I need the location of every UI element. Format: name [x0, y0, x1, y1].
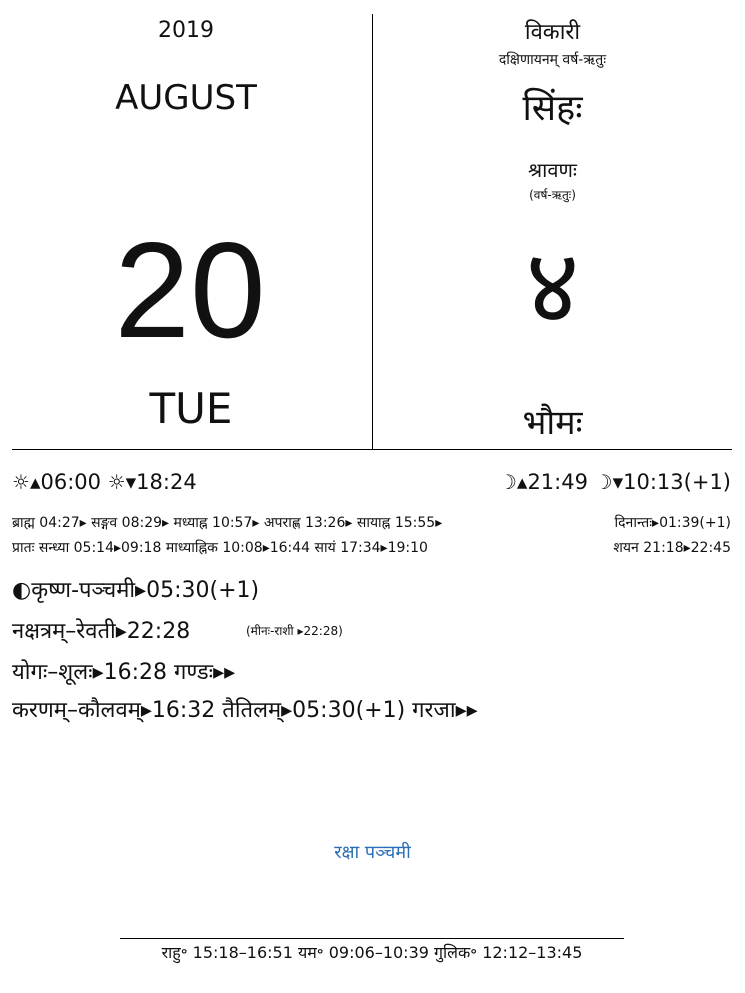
dinanta: दिनान्तः▸01:39(+1) — [614, 515, 731, 531]
moon-phase-icon: ◐ — [12, 578, 32, 603]
moonset: ▾10:13(+1) — [612, 470, 731, 494]
rashi: सिंहः — [522, 88, 583, 129]
sunset: ▾18:24 — [125, 470, 197, 494]
samvatsara: विकारी — [524, 20, 581, 45]
tithi: कृष्ण-पञ्चमी▸05:30(+1) — [31, 578, 260, 603]
sun-times: ☼▴06:00 ☼▾18:24 — [12, 470, 197, 494]
kala-line-1: ब्राह्म 04:27▸ सङ्गव 08:29▸ मध्याह्न 10:… — [12, 515, 443, 531]
nakshatra: नक्षत्रम्–रेवती▸22:28 — [12, 619, 191, 644]
month: AUGUST — [115, 78, 257, 118]
festival: रक्षा पञ्चमी — [334, 842, 411, 863]
sun-icon: ☼ — [12, 470, 30, 494]
vara: भौमः — [522, 403, 583, 443]
karana: करणम्–कौलवम्▸16:32 तैतिलम्▸05:30(+1) गरज… — [12, 698, 478, 723]
moon-icon: ☽ — [498, 470, 517, 494]
masa: श्रावणः — [528, 158, 577, 182]
sunrise: ▴06:00 — [29, 470, 101, 494]
shayana: शयन 21:18▸22:45 — [613, 540, 731, 556]
yoga: योगः–शूलः▸16:28 गण्डः▸▸ — [12, 660, 236, 685]
footer-kalas: राहु॰ 15:18–16:51 यम॰ 09:06–10:39 गुलिक॰… — [161, 943, 583, 962]
weekday: TUE — [149, 384, 233, 433]
moon-times: ☽▴21:49 ☽▾10:13(+1) — [499, 470, 731, 494]
moonrise: ▴21:49 — [516, 470, 588, 494]
masa-ritu: (वर्ष-ऋतुः) — [529, 188, 576, 202]
sun-icon: ☼ — [107, 470, 126, 494]
kala-line-2: प्रातः सन्ध्या 05:14▸09:18 माध्याह्निक 1… — [12, 540, 428, 556]
moon-icon: ☽ — [594, 470, 613, 494]
tithi-line: ◐कृष्ण-पञ्चमी▸05:30(+1) — [12, 574, 259, 604]
footer-divider — [120, 938, 624, 939]
day-number: 20 — [114, 214, 266, 366]
year: 2019 — [158, 18, 214, 43]
ayana-ritu: दक्षिणायनम् वर्ष-ऋतुः — [498, 52, 607, 68]
tithi-number: ४ — [525, 225, 580, 347]
nakshatra-rashi: (मीनः-राशी ▸22:28) — [246, 624, 343, 638]
horizontal-divider — [12, 449, 732, 450]
